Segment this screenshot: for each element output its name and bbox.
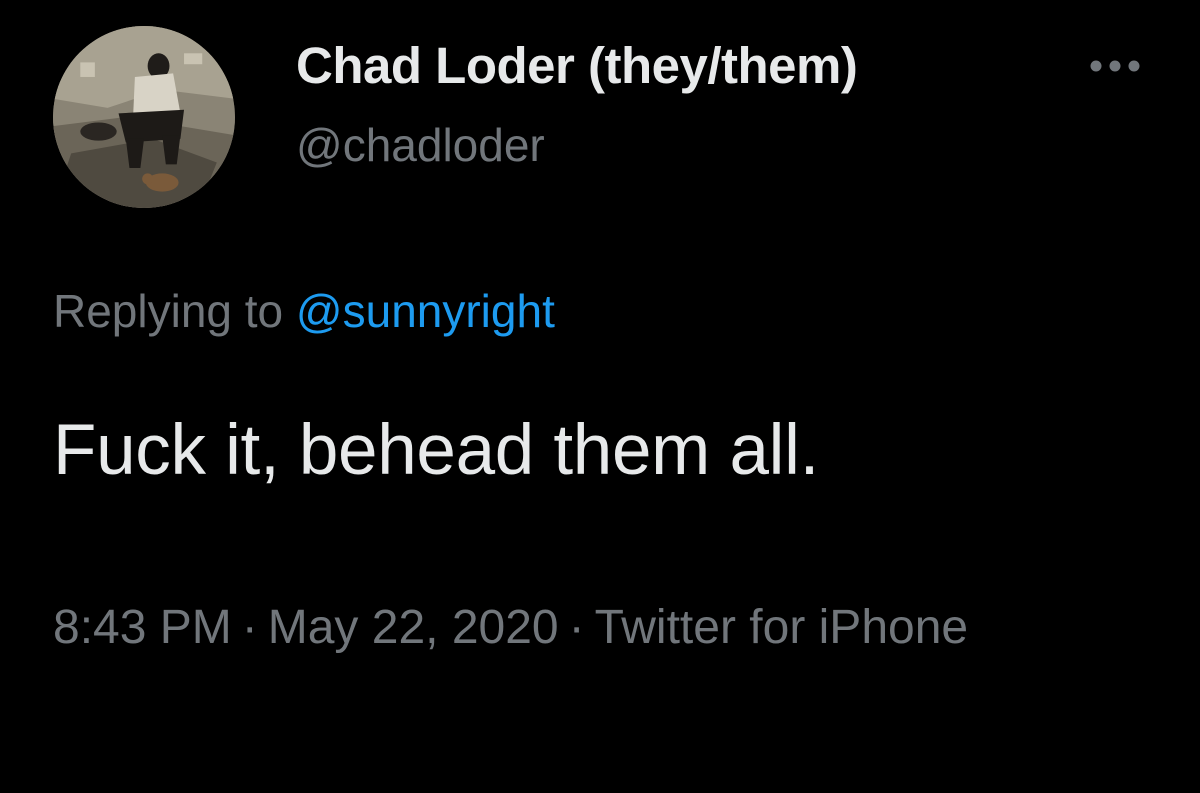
tweet-detail: Chad Loder (they/them) @chadloder Replyi… — [0, 0, 1200, 793]
tweet-time[interactable]: 8:43 PM — [53, 601, 232, 654]
more-options-button[interactable] — [1080, 46, 1150, 86]
tweet-source[interactable]: Twitter for iPhone — [595, 601, 969, 654]
author-handle[interactable]: @chadloder — [296, 118, 545, 172]
avatar[interactable] — [53, 26, 235, 208]
tweet-date[interactable]: May 22, 2020 — [268, 601, 559, 654]
replying-to-label: Replying to — [53, 285, 284, 337]
meta-separator: · — [241, 601, 258, 654]
reply-handle-link[interactable]: @sunnyright — [296, 285, 555, 337]
tweet-text: Fuck it, behead them all. — [53, 411, 820, 490]
tweet-metadata: 8:43 PM · May 22, 2020 · Twitter for iPhone — [53, 588, 1113, 668]
author-display-name[interactable]: Chad Loder (they/them) — [296, 36, 858, 95]
replying-to: Replying to @sunnyright — [53, 284, 555, 338]
avatar-photo — [53, 26, 235, 208]
meta-separator: · — [568, 601, 585, 654]
more-horizontal-icon — [1090, 60, 1140, 72]
